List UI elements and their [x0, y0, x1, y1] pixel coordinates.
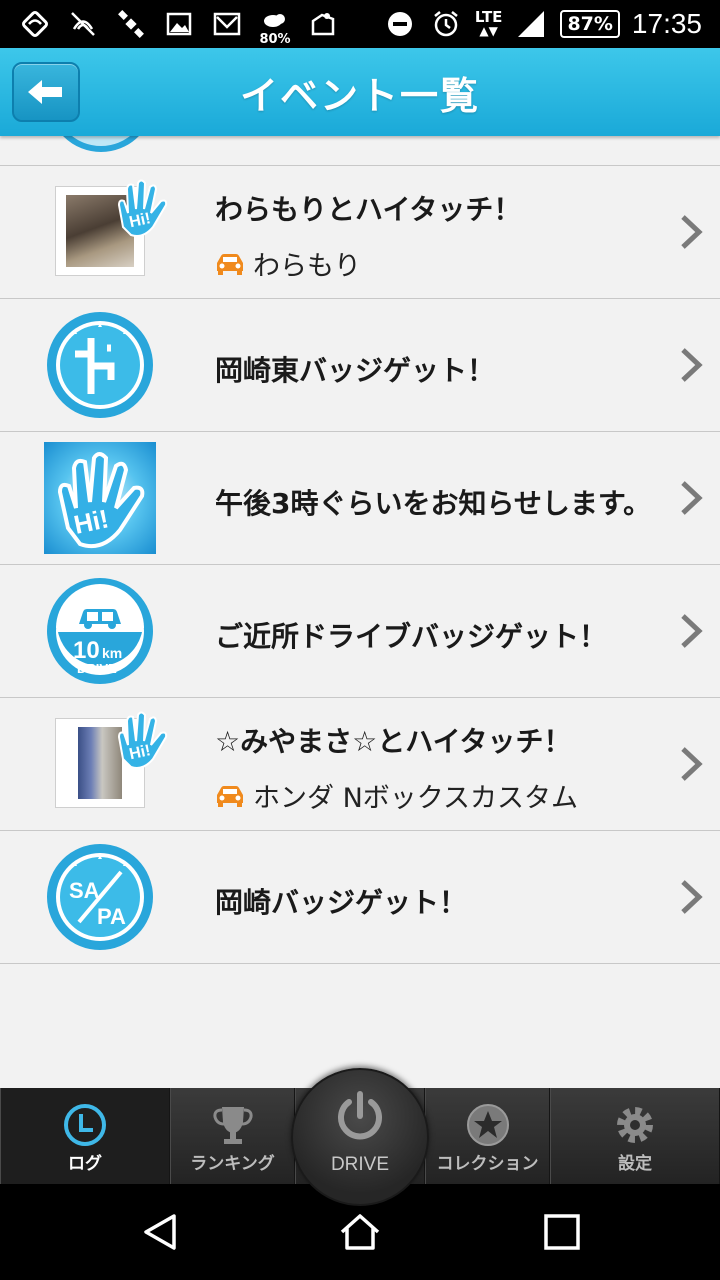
nfc-icon: [18, 9, 52, 39]
car-icon: [217, 785, 243, 807]
list-item[interactable]: Hi! 午後3時ぐらいをお知らせします。: [0, 432, 720, 565]
car-icon: [217, 253, 243, 275]
tab-label: ログ: [68, 1154, 102, 1174]
mail-icon: [210, 9, 244, 39]
list-item[interactable]: Hi! ☆みやまさ☆とハイタッチ！ ホンダ Nボックスカスタム: [0, 698, 720, 831]
chevron-right-icon: [681, 348, 703, 382]
event-title: 午後3時ぐらいをお知らせします。: [215, 487, 652, 520]
list-item[interactable]: SA PA 岡崎バッジゲット！: [0, 831, 720, 964]
badge-icon: [48, 136, 154, 152]
sapa-badge-icon: SA PA: [47, 844, 153, 950]
chevron-right-icon: [681, 614, 703, 648]
signal-icon: [514, 9, 548, 39]
trophy-icon: [212, 1107, 253, 1144]
svg-text:km: km: [102, 645, 122, 661]
10km-drive-badge-icon: 10 km DRIVE: [47, 578, 153, 684]
tab-log[interactable]: ログ: [0, 1088, 170, 1184]
svg-text:PA: PA: [97, 904, 126, 929]
hi-hand-icon: Hi!: [44, 442, 156, 554]
hi-hand-icon: Hi!: [117, 179, 168, 237]
power-icon: [338, 1091, 382, 1140]
status-bar: 80% LTE ▲▼ 87% 17:35: [0, 0, 720, 48]
alarm-icon: [429, 9, 463, 39]
interchange-badge-icon: [47, 312, 153, 418]
tab-label: 設定: [618, 1154, 652, 1174]
recent-apps-icon[interactable]: [540, 1210, 584, 1254]
user-photo: Hi!: [55, 711, 168, 808]
clock: 17:35: [631, 8, 702, 39]
chevron-right-icon: [681, 747, 703, 781]
tab-ranking[interactable]: ランキング: [170, 1088, 295, 1184]
event-title: ☆みやまさ☆とハイタッチ！: [215, 725, 572, 758]
event-title: ご近所ドライブバッジゲット！: [215, 620, 608, 653]
user-photo: Hi!: [55, 179, 168, 276]
battery-indicator: 87%: [560, 10, 620, 38]
owner-name: わらもり: [253, 251, 361, 282]
tab-collection[interactable]: コレクション: [425, 1088, 550, 1184]
svg-text:DRIVE: DRIVE: [77, 661, 117, 676]
list-item[interactable]: 岡崎東バッジゲット！: [0, 299, 720, 432]
tab-label: ランキング: [190, 1154, 275, 1174]
clipboard-icon: [306, 9, 340, 39]
event-title: わらもりとハイタッチ！: [215, 193, 522, 226]
chevron-right-icon: [681, 481, 703, 515]
satellite-icon: [114, 9, 148, 39]
page-title: イベント一覧: [239, 73, 480, 118]
list-item-partial[interactable]: [0, 136, 720, 166]
event-subtitle: わらもり: [215, 244, 361, 283]
home-icon[interactable]: [338, 1210, 382, 1254]
clock-icon: [64, 1104, 106, 1146]
tab-label: コレクション: [436, 1154, 539, 1174]
event-subtitle: ホンダ Nボックスカスタム: [215, 776, 578, 815]
no-signal-icon: [66, 9, 100, 39]
tab-settings[interactable]: 設定: [550, 1088, 720, 1184]
drive-label: DRIVE: [330, 1154, 390, 1175]
event-title: 岡崎バッジゲット！: [215, 886, 468, 919]
gear-icon: [617, 1107, 653, 1143]
car-model: ホンダ Nボックスカスタム: [253, 783, 578, 814]
event-title: 岡崎東バッジゲット！: [215, 354, 496, 387]
network-type: LTE ▲▼: [474, 8, 503, 39]
svg-text:SA: SA: [69, 878, 100, 903]
star-icon: [466, 1104, 509, 1146]
weather-icon: 80%: [258, 9, 292, 47]
chevron-right-icon: [681, 880, 703, 914]
do-not-disturb-icon: [383, 9, 417, 39]
header-bar: イベント一覧: [0, 48, 720, 136]
weather-percent: 80%: [259, 32, 291, 47]
back-icon[interactable]: [138, 1210, 182, 1254]
svg-text:10: 10: [73, 637, 100, 664]
image-icon: [162, 9, 196, 39]
drive-button[interactable]: DRIVE: [291, 1068, 429, 1206]
event-list[interactable]: Hi! わらもりとハイタッチ！ わらもり 岡崎東バッジゲット！ Hi! 午後3時…: [0, 136, 720, 1088]
chevron-right-icon: [681, 215, 703, 249]
hi-hand-icon: Hi!: [117, 711, 168, 769]
arrow-left-icon: [28, 80, 62, 104]
back-button[interactable]: [12, 62, 80, 122]
list-item[interactable]: 10 km DRIVE ご近所ドライブバッジゲット！: [0, 565, 720, 698]
list-item[interactable]: Hi! わらもりとハイタッチ！ わらもり: [0, 166, 720, 299]
